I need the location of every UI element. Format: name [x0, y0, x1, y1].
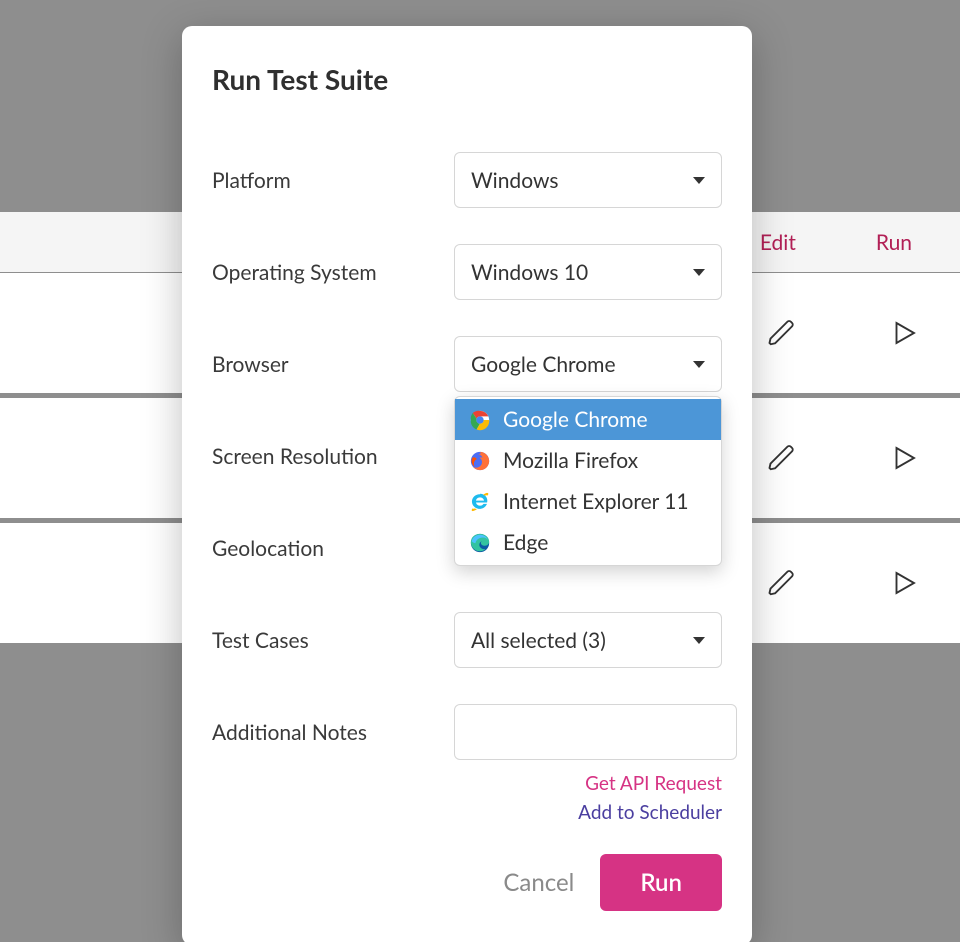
edge-icon [469, 532, 491, 554]
label-resolution: Screen Resolution [212, 444, 454, 469]
pencil-icon [767, 568, 797, 598]
play-icon [889, 318, 919, 348]
browser-option-chrome[interactable]: Google Chrome [455, 399, 721, 440]
run-button[interactable] [888, 317, 920, 349]
run-button[interactable] [888, 442, 920, 474]
select-platform-value: Windows [471, 168, 558, 193]
label-platform: Platform [212, 168, 454, 193]
play-icon [889, 568, 919, 598]
browser-option-label: Edge [503, 530, 548, 555]
edit-button[interactable] [766, 317, 798, 349]
select-os-value: Windows 10 [471, 260, 588, 285]
select-testcases-value: All selected (3) [471, 628, 606, 653]
play-icon [889, 443, 919, 473]
label-os: Operating System [212, 260, 454, 285]
caret-down-icon [693, 637, 705, 644]
caret-down-icon [693, 269, 705, 276]
ie-icon [469, 491, 491, 513]
field-platform: Platform Windows [212, 152, 722, 208]
pencil-icon [767, 318, 797, 348]
browser-option-ie[interactable]: Internet Explorer 11 [455, 481, 721, 522]
browser-option-label: Google Chrome [503, 407, 648, 432]
pencil-icon [767, 443, 797, 473]
edit-button[interactable] [766, 442, 798, 474]
edit-button[interactable] [766, 567, 798, 599]
caret-down-icon [693, 361, 705, 368]
select-os[interactable]: Windows 10 [454, 244, 722, 300]
select-platform[interactable]: Windows [454, 152, 722, 208]
browser-option-edge[interactable]: Edge [455, 522, 721, 563]
firefox-icon [469, 450, 491, 472]
modal-footer: Cancel Run [212, 854, 722, 911]
notes-input[interactable] [454, 704, 737, 760]
select-browser[interactable]: Google Chrome [454, 336, 722, 392]
select-testcases[interactable]: All selected (3) [454, 612, 722, 668]
modal-links: Get API Request Add to Scheduler [212, 772, 722, 824]
field-browser: Browser Google Chrome Google Chrome [212, 336, 722, 392]
bg-col-run[interactable]: Run [876, 230, 912, 255]
label-browser: Browser [212, 352, 454, 377]
select-browser-value: Google Chrome [471, 352, 616, 377]
modal-title: Run Test Suite [212, 62, 722, 96]
browser-option-label: Internet Explorer 11 [503, 489, 689, 514]
cancel-button[interactable]: Cancel [503, 868, 574, 897]
field-testcases: Test Cases All selected (3) [212, 612, 722, 668]
field-notes: Additional Notes [212, 704, 722, 760]
run-test-suite-modal: Run Test Suite Platform Windows Operatin… [182, 26, 752, 942]
caret-down-icon [693, 177, 705, 184]
add-to-scheduler-link[interactable]: Add to Scheduler [578, 801, 722, 824]
label-notes: Additional Notes [212, 720, 454, 745]
chrome-icon [469, 409, 491, 431]
run-button[interactable]: Run [600, 854, 722, 911]
browser-option-firefox[interactable]: Mozilla Firefox [455, 440, 721, 481]
get-api-request-link[interactable]: Get API Request [585, 772, 722, 795]
browser-dropdown: Google Chrome Mozilla Firefox Internet E… [454, 396, 722, 566]
label-testcases: Test Cases [212, 628, 454, 653]
field-os: Operating System Windows 10 [212, 244, 722, 300]
label-geolocation: Geolocation [212, 536, 454, 561]
browser-option-label: Mozilla Firefox [503, 448, 638, 473]
bg-col-edit[interactable]: Edit [760, 230, 796, 255]
run-button[interactable] [888, 567, 920, 599]
